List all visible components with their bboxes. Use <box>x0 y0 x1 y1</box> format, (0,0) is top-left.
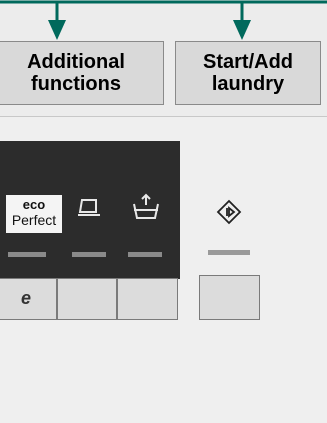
additional-functions-label: Additional functions <box>27 51 125 95</box>
eco-perfect-line2: Perfect <box>11 212 57 228</box>
start-add-laundry-label: Start/Add laundry <box>203 51 293 95</box>
start-icon <box>216 199 242 225</box>
eco-perfect-label: eco Perfect <box>6 195 62 233</box>
indicator-eco-perfect <box>8 252 46 257</box>
eco-perfect-button[interactable]: e <box>0 278 57 320</box>
start-add-laundry-button[interactable] <box>199 275 260 320</box>
iron-button[interactable] <box>57 278 117 320</box>
top-connector-lines <box>0 0 327 40</box>
start-add-laundry-header: Start/Add laundry <box>175 41 321 105</box>
eco-perfect-line1: eco <box>22 197 46 212</box>
indicator-rinse <box>128 252 162 257</box>
additional-functions-header: Additional functions <box>0 41 164 105</box>
rinse-button[interactable] <box>117 278 178 320</box>
indicator-iron <box>72 252 106 257</box>
eco-button-glyph: e <box>20 288 31 308</box>
iron-icon <box>78 199 100 216</box>
rinse-icon <box>133 193 159 219</box>
indicator-start <box>208 250 250 255</box>
